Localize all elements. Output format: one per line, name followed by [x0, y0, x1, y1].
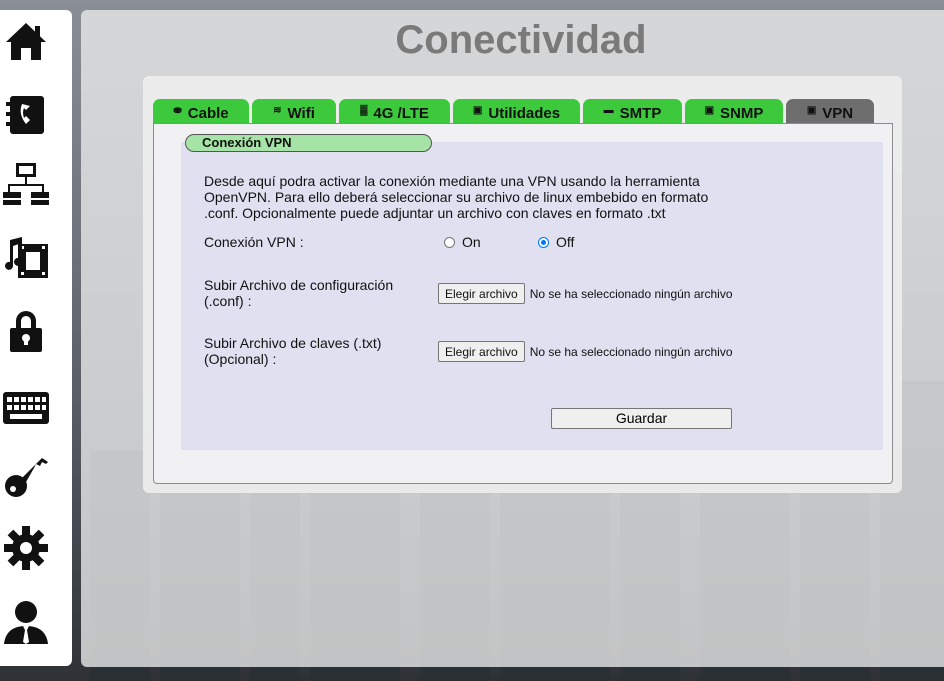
user-icon[interactable]: [2, 598, 50, 646]
tab-wifi[interactable]: ≋ Wifi: [252, 99, 336, 123]
document-icon: ▣: [806, 105, 817, 116]
keys-file-input: Elegir archivo No se ha seleccionado nin…: [438, 341, 733, 362]
radio-vpn-off[interactable]: Off: [538, 234, 574, 250]
section-label: Conexión VPN: [185, 134, 432, 152]
vpn-connection-label: Conexión VPN :: [204, 234, 304, 250]
network-icon[interactable]: [2, 160, 50, 208]
keys-file-status: No se ha seleccionado ningún archivo: [529, 344, 733, 359]
ethernet-icon: ⛂: [173, 105, 182, 116]
media-icon[interactable]: [2, 234, 50, 282]
signal-icon: ▓: [360, 105, 368, 116]
keyboard-icon[interactable]: [2, 384, 50, 432]
radio-circle[interactable]: [444, 236, 455, 248]
radio-circle-selected[interactable]: [538, 236, 549, 248]
save-button[interactable]: Guardar: [551, 408, 732, 429]
radio-vpn-on[interactable]: On: [444, 234, 481, 250]
tab-cable[interactable]: ⛂ Cable: [153, 99, 249, 123]
config-file-status: No se ha seleccionado ningún archivo: [529, 286, 733, 301]
config-file-input: Elegir archivo No se ha seleccionado nin…: [438, 283, 733, 304]
config-file-button[interactable]: Elegir archivo: [438, 283, 525, 304]
gear-icon[interactable]: [2, 524, 50, 572]
vpn-description: Desde aquí podra activar la conexión med…: [204, 173, 709, 221]
home-icon[interactable]: [2, 18, 50, 66]
main-content: Conectividad ⛂ Cable ≋ Wifi ▓ 4G /LTE ▣ Util…: [81, 10, 944, 667]
page-title: Conectividad: [395, 18, 647, 62]
tab-4g-lte[interactable]: ▓ 4G /LTE: [339, 99, 450, 123]
keys-file-button[interactable]: Elegir archivo: [438, 341, 525, 362]
key-icon[interactable]: [2, 452, 50, 500]
settings-panel: ⛂ Cable ≋ Wifi ▓ 4G /LTE ▣ Utilidades ▬ SMTP …: [143, 76, 902, 493]
tab-snmp[interactable]: ▣ SNMP: [685, 99, 783, 123]
tab-utilidades[interactable]: ▣ Utilidades: [453, 99, 580, 123]
config-file-label: Subir Archivo de configuración (.conf) :: [204, 277, 394, 309]
lock-icon[interactable]: [2, 306, 50, 354]
document-icon: ▣: [704, 105, 715, 116]
keys-file-label: Subir Archivo de claves (.txt) (Opcional…: [204, 335, 382, 367]
wifi-icon: ≋: [273, 105, 282, 116]
tab-smtp[interactable]: ▬ SMTP: [583, 99, 682, 123]
tab-vpn[interactable]: ▣ VPN: [786, 99, 874, 123]
phonebook-icon[interactable]: [2, 90, 50, 138]
tools-icon: ▣: [472, 105, 483, 116]
vpn-content: Conexión VPN Desde aquí podra activar la…: [153, 123, 893, 484]
mail-icon: ▬: [603, 105, 614, 116]
sidebar: [0, 10, 72, 666]
